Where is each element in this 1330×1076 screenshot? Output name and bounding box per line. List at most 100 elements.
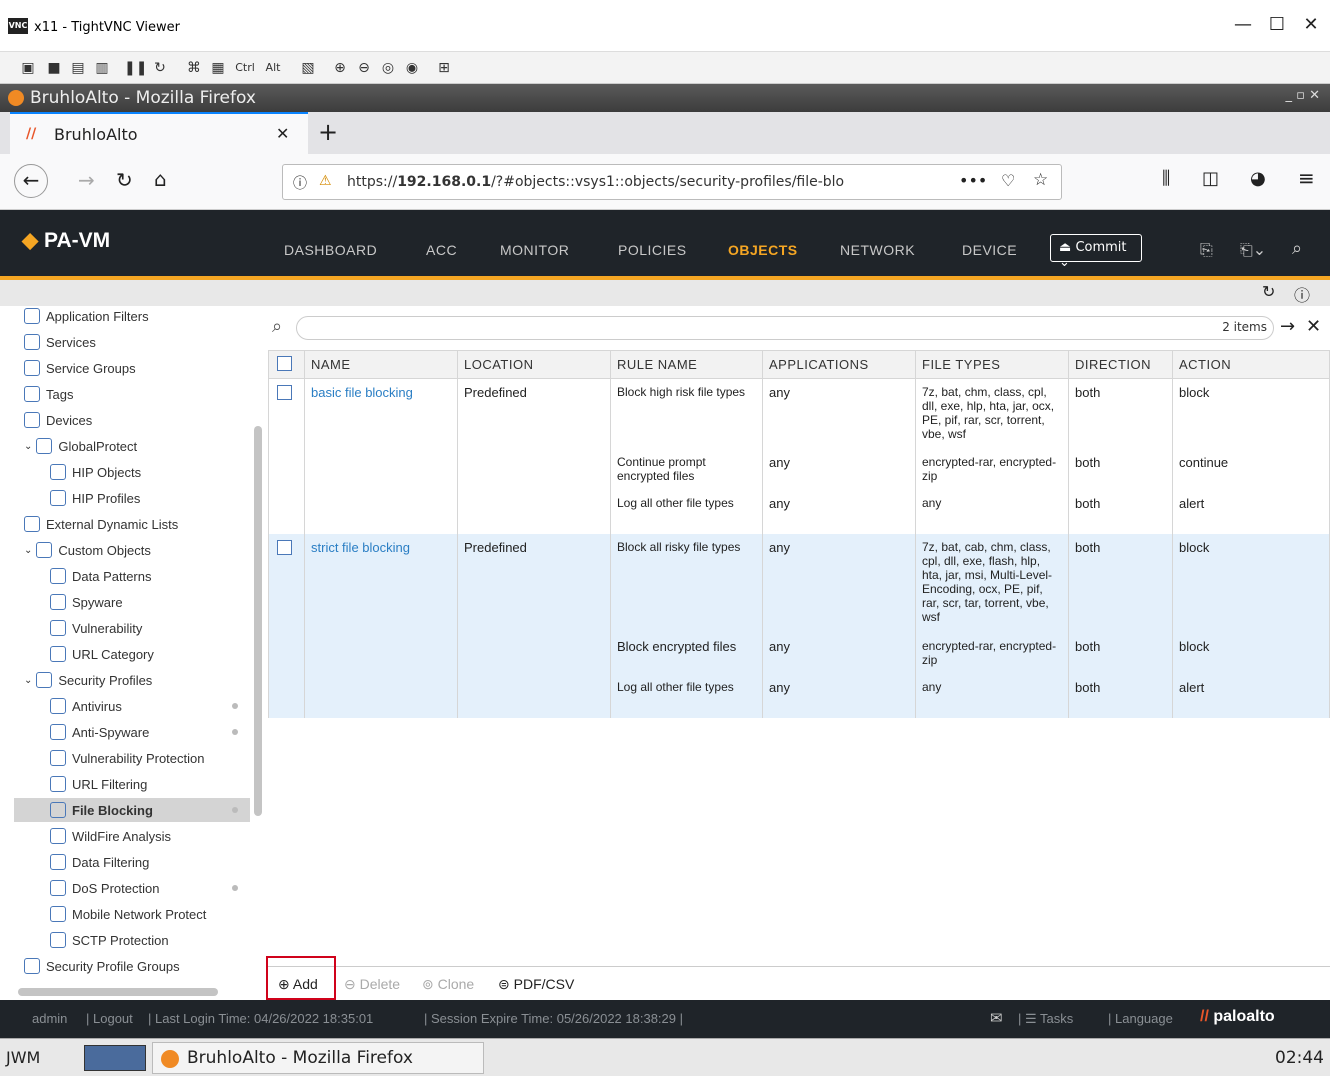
- row-checkbox[interactable]: [277, 385, 292, 400]
- nav-objects[interactable]: OBJECTS: [728, 242, 798, 258]
- fullscreen-icon[interactable]: ⊞: [434, 58, 454, 78]
- nav-dashboard[interactable]: DASHBOARD: [284, 242, 377, 258]
- home-icon[interactable]: ⌂: [154, 167, 167, 191]
- library-icon[interactable]: ⫼: [1162, 168, 1170, 189]
- apply-filter-icon[interactable]: →: [1280, 316, 1295, 337]
- back-icon[interactable]: ←: [14, 164, 48, 198]
- reload-icon[interactable]: ↻: [116, 168, 133, 192]
- select-all-header[interactable]: [268, 350, 305, 379]
- bookmark-star-icon[interactable]: ☆: [1033, 170, 1048, 190]
- close-icon[interactable]: ✕: [1296, 14, 1326, 40]
- tasks-link[interactable]: | ☰ Tasks: [1018, 1011, 1073, 1027]
- tab-bruhloalto[interactable]: // BruhloAlto ✕: [10, 112, 308, 154]
- sidebar-item-url-category[interactable]: URL Category: [50, 642, 154, 666]
- column-action[interactable]: ACTION: [1172, 350, 1330, 379]
- sidebar-item-globalprotect[interactable]: ⌄ GlobalProtect: [24, 434, 137, 458]
- sidebar-item-hip-profiles[interactable]: HIP Profiles: [50, 486, 140, 510]
- minimize-icon[interactable]: —: [1228, 14, 1258, 40]
- nav-network[interactable]: NETWORK: [840, 242, 915, 258]
- mail-icon[interactable]: ✉: [990, 1009, 1003, 1027]
- alt-key-button[interactable]: Alt: [262, 58, 284, 78]
- pdf-csv-button[interactable]: ⊜ PDF/CSV: [498, 976, 574, 993]
- sidebar-horizontal-scrollbar[interactable]: [18, 988, 218, 996]
- extension-icon[interactable]: ◕: [1250, 168, 1266, 189]
- column-direction[interactable]: DIRECTION: [1068, 350, 1173, 379]
- sidebar-vertical-scrollbar[interactable]: [254, 426, 262, 816]
- ctrl-alt-del-icon[interactable]: ⌘: [184, 58, 204, 78]
- save-icon[interactable]: ■: [44, 58, 64, 78]
- column-location[interactable]: LOCATION: [457, 350, 611, 379]
- help-icon[interactable]: ⓘ: [1294, 282, 1310, 306]
- profile-name-link[interactable]: basic file blocking: [304, 378, 458, 449]
- sidebar-item-application-filters[interactable]: Application Filters: [24, 306, 149, 328]
- clone-button[interactable]: ⊚ Clone: [422, 976, 474, 993]
- table-row[interactable]: basic file blocking Predefined Block hig…: [268, 378, 1330, 449]
- sidebar-item-dos-protection[interactable]: DoS Protection: [50, 876, 250, 900]
- sidebar-item-data-filtering[interactable]: Data Filtering: [50, 850, 149, 874]
- info-icon[interactable]: ▥: [92, 58, 112, 78]
- insecure-lock-icon[interactable]: ⚠: [319, 173, 332, 189]
- save-config-icon[interactable]: ⎗⌄: [1240, 240, 1266, 260]
- sidebar-item-sctp-protection[interactable]: SCTP Protection: [50, 928, 169, 952]
- url-bar[interactable]: ⓘ ⚠ https://192.168.0.1/?#objects::vsys1…: [282, 164, 1062, 200]
- table-row[interactable]: Block encrypted files any encrypted-rar,…: [268, 632, 1330, 674]
- select-all-checkbox[interactable]: [277, 355, 292, 371]
- nav-monitor[interactable]: MONITOR: [500, 242, 569, 258]
- maximize-icon[interactable]: ☐: [1262, 14, 1292, 40]
- column-applications[interactable]: APPLICATIONS: [762, 350, 916, 379]
- language-link[interactable]: | Language: [1108, 1011, 1173, 1026]
- clear-filter-icon[interactable]: ✕: [1306, 316, 1321, 337]
- sidebar-item-vulnerability[interactable]: Vulnerability: [50, 616, 142, 640]
- info-icon[interactable]: ⓘ: [293, 173, 307, 193]
- windows-key-icon[interactable]: ▦: [208, 58, 228, 78]
- column-rule-name[interactable]: RULE NAME: [610, 350, 763, 379]
- table-row[interactable]: strict file blocking Predefined Block al…: [268, 533, 1330, 633]
- pocket-icon[interactable]: ♡: [1001, 171, 1015, 190]
- sidebar-item-data-patterns[interactable]: Data Patterns: [50, 564, 152, 588]
- sidebar-item-file-blocking[interactable]: File Blocking: [14, 798, 250, 822]
- zoom-100-icon[interactable]: ◎: [378, 58, 398, 78]
- new-connection-icon[interactable]: ▣: [18, 58, 38, 78]
- config-lock-icon[interactable]: ⎘: [1200, 240, 1213, 260]
- sidebar-item-antivirus[interactable]: Antivirus: [50, 694, 250, 718]
- sidebar-item-security-profile-groups[interactable]: Security Profile Groups: [24, 954, 180, 978]
- pause-icon[interactable]: ❚❚: [124, 58, 147, 78]
- sidebar-item-custom-objects[interactable]: ⌄ Custom Objects: [24, 538, 151, 562]
- window-controls-icon[interactable]: _ ▫ ✕: [1286, 88, 1320, 103]
- nav-device[interactable]: DEVICE: [962, 242, 1017, 258]
- filter-input[interactable]: 2 items: [296, 316, 1274, 340]
- nav-policies[interactable]: POLICIES: [618, 242, 687, 258]
- sidebar-item-url-filtering[interactable]: URL Filtering: [50, 772, 147, 796]
- sidebar-item-mobile-network-protection[interactable]: Mobile Network Protect: [50, 902, 206, 926]
- zoom-fit-icon[interactable]: ◉: [402, 58, 422, 78]
- delete-button[interactable]: ⊖ Delete: [344, 976, 400, 993]
- nav-acc[interactable]: ACC: [426, 242, 457, 258]
- table-row[interactable]: Log all other file types any any both al…: [268, 489, 1330, 534]
- zoom-out-icon[interactable]: ⊖: [354, 58, 374, 78]
- row-checkbox[interactable]: [277, 539, 292, 555]
- sidebar-item-anti-spyware[interactable]: Anti-Spyware: [50, 720, 250, 744]
- profile-name-link[interactable]: strict file blocking: [304, 533, 458, 633]
- sidebar-item-devices[interactable]: Devices: [24, 408, 92, 432]
- search-icon[interactable]: ⌕: [1292, 238, 1302, 259]
- commit-button[interactable]: ⏏ Commit ⌄: [1050, 234, 1142, 270]
- logout-link[interactable]: | Logout: [86, 1011, 133, 1026]
- sidebar-item-tags[interactable]: Tags: [24, 382, 73, 406]
- close-tab-icon[interactable]: ✕: [276, 124, 289, 143]
- sidebar-item-external-dynamic-lists[interactable]: External Dynamic Lists: [24, 512, 178, 536]
- sidebar-item-security-profiles[interactable]: ⌄ Security Profiles: [24, 668, 152, 692]
- page-actions-icon[interactable]: •••: [959, 171, 987, 190]
- desktop-pager-icon[interactable]: [84, 1045, 146, 1071]
- sidebar-item-services[interactable]: Services: [24, 330, 96, 354]
- sidebar-toggle-icon[interactable]: ◫: [1202, 168, 1219, 189]
- column-file-types[interactable]: FILE TYPES: [915, 350, 1069, 379]
- sidebar-item-wildfire-analysis[interactable]: WildFire Analysis: [50, 824, 171, 848]
- menu-icon[interactable]: ≡: [1298, 166, 1315, 190]
- wm-menu[interactable]: JWM: [6, 1048, 40, 1067]
- new-tab-icon[interactable]: +: [318, 118, 338, 146]
- url-text[interactable]: https://192.168.0.1/?#objects::vsys1::ob…: [347, 174, 927, 190]
- refresh-icon[interactable]: ↻: [1262, 282, 1275, 301]
- sidebar-item-vulnerability-protection[interactable]: Vulnerability Protection: [50, 746, 204, 770]
- column-name[interactable]: NAME: [304, 350, 458, 379]
- zoom-in-icon[interactable]: ⊕: [330, 58, 350, 78]
